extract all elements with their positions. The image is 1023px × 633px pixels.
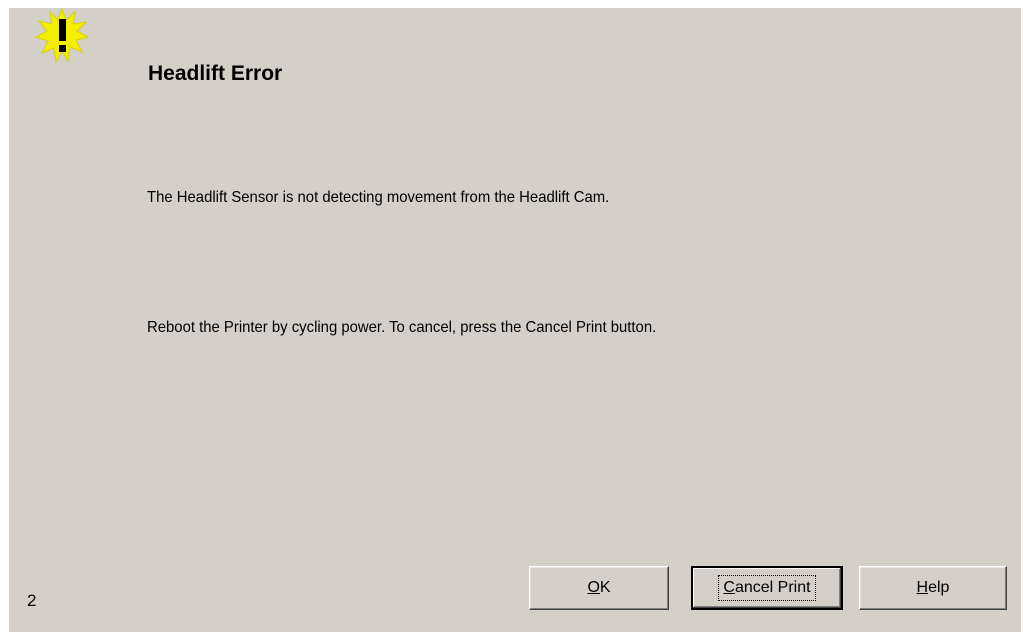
- help-button-label: Help: [916, 579, 950, 596]
- error-message-instructions: Reboot the Printer by cycling power. To …: [147, 319, 657, 336]
- warning-icon: [35, 8, 89, 64]
- cancel-print-button[interactable]: Cancel Print: [691, 566, 843, 610]
- ok-button[interactable]: OK: [529, 566, 669, 610]
- dialog-title: Headlift Error: [148, 62, 283, 85]
- error-dialog: Headlift Error The Headlift Sensor is no…: [9, 8, 1021, 632]
- cancel-print-button-label: Cancel Print: [723, 579, 811, 596]
- ok-button-label: OK: [587, 579, 611, 596]
- error-message-primary: The Headlift Sensor is not detecting mov…: [147, 189, 610, 206]
- help-button[interactable]: Help: [859, 566, 1007, 610]
- focus-rectangle: Cancel Print: [718, 575, 816, 601]
- error-code: 2: [27, 591, 37, 610]
